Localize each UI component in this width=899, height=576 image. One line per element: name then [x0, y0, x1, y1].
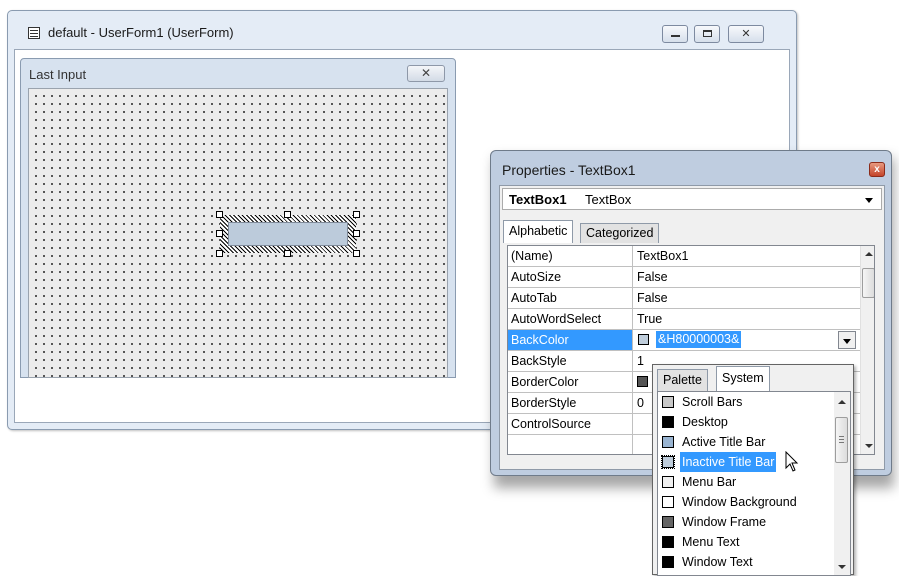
close-icon: x: [874, 164, 880, 175]
resize-handle-w[interactable]: [216, 230, 223, 237]
resize-handle-ne[interactable]: [353, 211, 360, 218]
list-item-label: Scroll Bars: [682, 395, 743, 409]
property-name: ControlSource: [508, 414, 633, 434]
system-color-list: Scroll Bars Desktop Active Title Bar Ina…: [657, 391, 851, 576]
property-name: AutoWordSelect: [508, 309, 633, 329]
scroll-up-icon[interactable]: [838, 400, 846, 404]
mouse-pointer-icon: [785, 451, 799, 472]
property-name: [508, 435, 633, 454]
property-value[interactable]: &H80000003&: [656, 331, 742, 348]
resize-handle-sw[interactable]: [216, 250, 223, 257]
window-titlebar[interactable]: default - UserForm1 (UserForm) ✕: [8, 11, 796, 49]
tab-system[interactable]: System: [716, 366, 770, 391]
userform-icon: [28, 27, 40, 39]
list-item[interactable]: Desktop: [658, 412, 834, 432]
color-swatch: [661, 455, 675, 469]
scroll-thumb[interactable]: [862, 268, 874, 298]
color-list-scrollbar[interactable]: [834, 392, 850, 575]
object-type: TextBox: [585, 192, 632, 207]
tab-categorized[interactable]: Categorized: [580, 223, 660, 243]
list-item[interactable]: Scroll Bars: [658, 392, 834, 412]
userform-close-button: ✕: [407, 65, 445, 82]
textbox-control[interactable]: [216, 211, 360, 257]
resize-handle-n[interactable]: [284, 211, 291, 218]
list-item-label: Desktop: [682, 415, 728, 429]
tab-alphabetic[interactable]: Alphabetic: [503, 220, 574, 243]
property-row-name[interactable]: (Name) TextBox1: [508, 246, 860, 267]
list-item-label: Menu Text: [682, 535, 740, 549]
window-title: default - UserForm1 (UserForm): [48, 25, 234, 40]
property-value[interactable]: False: [637, 288, 857, 308]
property-name: AutoTab: [508, 288, 633, 308]
list-item[interactable]: Menu Text: [658, 532, 834, 552]
color-swatch: [662, 396, 674, 408]
tab-palette[interactable]: Palette: [657, 369, 708, 391]
property-grid-scrollbar[interactable]: [860, 246, 874, 454]
color-swatch: [662, 516, 674, 528]
list-item[interactable]: Window Frame: [658, 512, 834, 532]
dropdown-arrow-icon[interactable]: [838, 331, 856, 349]
list-item-label: Active Title Bar: [682, 435, 766, 449]
property-name: BorderStyle: [508, 393, 633, 413]
color-swatch: [662, 416, 674, 428]
resize-handle-nw[interactable]: [216, 211, 223, 218]
backcolor-value-editor[interactable]: &H80000003&: [634, 330, 858, 350]
property-name: AutoSize: [508, 267, 633, 287]
list-item-label: Window Text: [682, 555, 753, 569]
property-name: BackColor: [508, 330, 633, 350]
properties-close-button[interactable]: x: [869, 162, 885, 177]
property-value[interactable]: True: [637, 309, 857, 329]
minimize-button[interactable]: [662, 25, 688, 43]
list-item[interactable]: Menu Bar: [658, 472, 834, 492]
property-row-autotab[interactable]: AutoTab False: [508, 288, 860, 309]
object-selector[interactable]: TextBox1 TextBox: [502, 188, 882, 210]
color-swatch: [662, 556, 674, 568]
color-swatch: [662, 436, 674, 448]
color-swatch: [662, 496, 674, 508]
color-swatch: [638, 334, 649, 345]
property-value[interactable]: False: [637, 267, 857, 287]
textbox-body[interactable]: [228, 222, 348, 246]
list-item-label: Window Frame: [682, 515, 767, 529]
resize-handle-e[interactable]: [353, 230, 360, 237]
list-item-selected[interactable]: Inactive Title Bar: [658, 452, 834, 472]
resize-handle-s[interactable]: [284, 250, 291, 257]
list-item[interactable]: Active Title Bar: [658, 432, 834, 452]
property-row-autosize[interactable]: AutoSize False: [508, 267, 860, 288]
close-button[interactable]: ✕: [728, 25, 764, 43]
color-swatch: [662, 536, 674, 548]
property-value[interactable]: TextBox1: [637, 246, 857, 266]
properties-title: Properties - TextBox1: [502, 162, 636, 178]
property-row-backcolor[interactable]: BackColor &H80000003&: [508, 330, 860, 351]
list-item-label: Menu Bar: [682, 475, 737, 489]
minimize-icon: [671, 35, 680, 37]
color-swatch: [662, 476, 674, 488]
list-item[interactable]: Window Text: [658, 552, 834, 572]
resize-handle-se[interactable]: [353, 250, 360, 257]
scroll-up-icon[interactable]: [865, 252, 873, 256]
property-name: BorderColor: [508, 372, 633, 392]
dropdown-arrow-icon: [865, 198, 873, 203]
scroll-thumb[interactable]: [835, 417, 848, 463]
property-name: (Name): [508, 246, 633, 266]
scroll-down-icon[interactable]: [865, 444, 873, 448]
list-item-label: Window Background: [682, 495, 797, 509]
object-name: TextBox1: [509, 192, 567, 207]
property-row-autowordselect[interactable]: AutoWordSelect True: [508, 309, 860, 330]
close-icon: ✕: [420, 66, 432, 80]
close-icon: ✕: [741, 28, 751, 40]
userform-caption: Last Input: [29, 67, 87, 82]
scroll-down-icon[interactable]: [838, 565, 846, 569]
maximize-button[interactable]: [694, 25, 720, 43]
color-swatch: [637, 376, 648, 387]
property-name: BackStyle: [508, 351, 633, 371]
list-item[interactable]: Window Background: [658, 492, 834, 512]
maximize-icon: [703, 30, 712, 37]
color-picker-popup: Palette System Scroll Bars Desktop Activ…: [652, 364, 854, 576]
list-item-label: Inactive Title Bar: [680, 452, 777, 472]
